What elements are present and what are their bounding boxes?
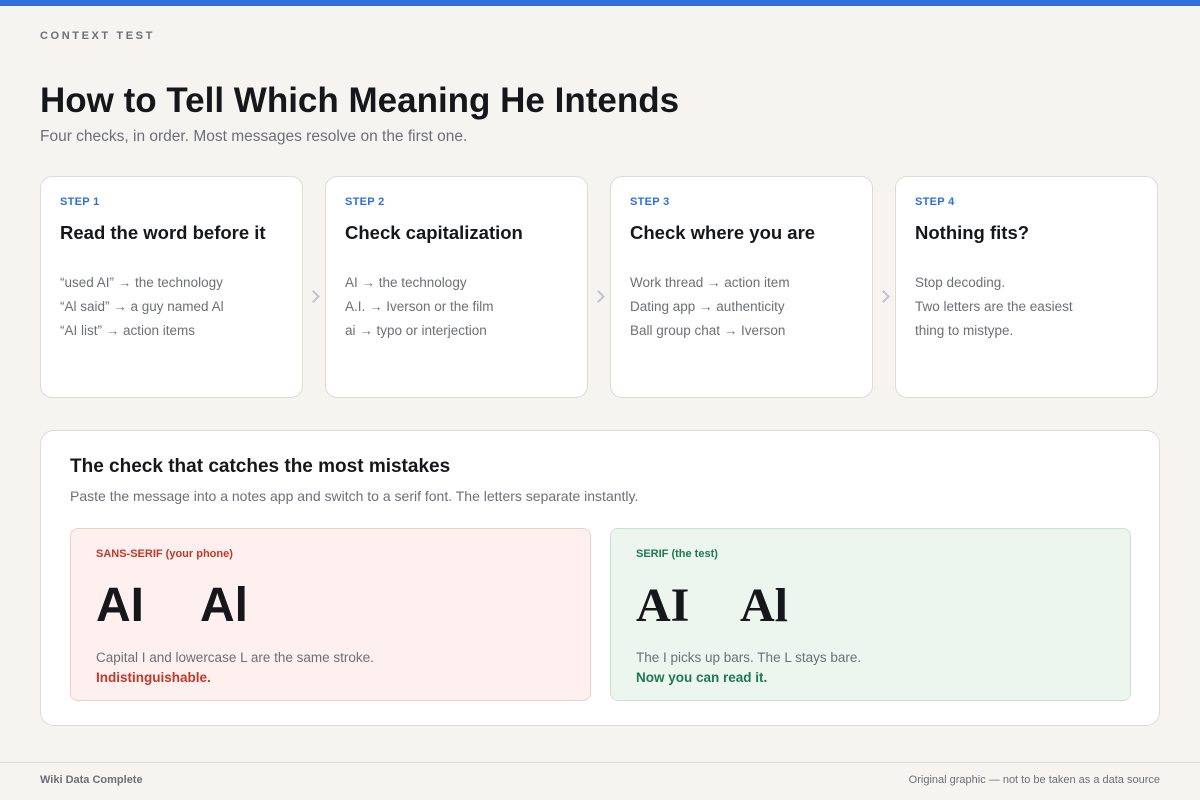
panel-label: SANS-SERIF (your phone) <box>96 548 233 560</box>
panel-description: Capital I and lowercase L are the same s… <box>96 650 374 665</box>
page-subtitle: Four checks, in order. Most messages res… <box>40 128 468 145</box>
step-title: Check capitalization <box>345 222 523 243</box>
step-example: Stop decoding. <box>915 275 1006 290</box>
sample-al: Al <box>740 579 788 632</box>
step-card-1: STEP 1 Read the word before it “used AI”… <box>40 176 303 398</box>
step-example: “Al said” → a guy named Al <box>60 299 224 314</box>
chevron-right-icon <box>307 290 320 303</box>
sans-sample: AI Al <box>96 576 565 636</box>
sans-serif-panel: SANS-SERIF (your phone) AI Al Capital I a… <box>70 528 591 701</box>
step-label: STEP 1 <box>60 196 100 208</box>
chevron-right-icon <box>877 290 890 303</box>
serif-panel: SERIF (the test) AI Al The I picks up bar… <box>610 528 1131 701</box>
step-card-3: STEP 3 Check where you are Work thread →… <box>610 176 873 398</box>
chevron-right-icon <box>592 290 605 303</box>
step-example: thing to mistype. <box>915 323 1014 338</box>
step-label: STEP 2 <box>345 196 385 208</box>
step-card-4: STEP 4 Nothing fits? Stop decoding. Two … <box>895 176 1158 398</box>
page-title: How to Tell Which Meaning He Intends <box>40 81 680 120</box>
panel-label: SERIF (the test) <box>636 548 718 560</box>
step-title: Check where you are <box>630 222 816 243</box>
step-card-2: STEP 2 Check capitalization AI → the tec… <box>325 176 588 398</box>
step-label: STEP 4 <box>915 196 955 208</box>
step-label: STEP 3 <box>630 196 670 208</box>
sample-ai: AI <box>636 579 690 632</box>
step-example: “AI list” → action items <box>60 323 196 338</box>
step-example: ai → typo or interjection <box>345 323 487 338</box>
sample-ai: AI <box>96 579 144 632</box>
page-kicker: CONTEXT TEST <box>40 30 155 42</box>
section-title: The check that catches the most mistakes <box>70 456 451 477</box>
step-example: “used AI” → the technology <box>60 275 223 290</box>
step-example: AI → the technology <box>345 275 467 290</box>
panel-verdict: Now you can read it. <box>636 670 768 685</box>
sample-al: Al <box>200 579 248 632</box>
step-example: Work thread → action item <box>630 275 790 290</box>
top-accent-bar <box>0 0 1200 6</box>
panel-description: The I picks up bars. The L stays bare. <box>636 650 862 665</box>
step-title: Nothing fits? <box>915 222 1030 243</box>
step-example: Dating app → authenticity <box>630 299 785 314</box>
section-subtitle: Paste the message into a notes app and s… <box>70 488 639 504</box>
footer-source: Wiki Data Complete <box>40 774 143 786</box>
serif-sample: AI Al <box>636 576 1105 636</box>
step-title: Read the word before it <box>60 222 266 243</box>
step-example: Ball group chat → Iverson <box>630 323 786 338</box>
step-example: A.I. → Iverson or the film <box>345 299 494 314</box>
font-comparison-section: The check that catches the most mistakes… <box>40 430 1160 726</box>
panel-verdict: Indistinguishable. <box>96 670 211 685</box>
footer-divider <box>0 762 1200 763</box>
footer-disclaimer: Original graphic — not to be taken as a … <box>908 774 1160 786</box>
step-example: Two letters are the easiest <box>915 299 1073 314</box>
